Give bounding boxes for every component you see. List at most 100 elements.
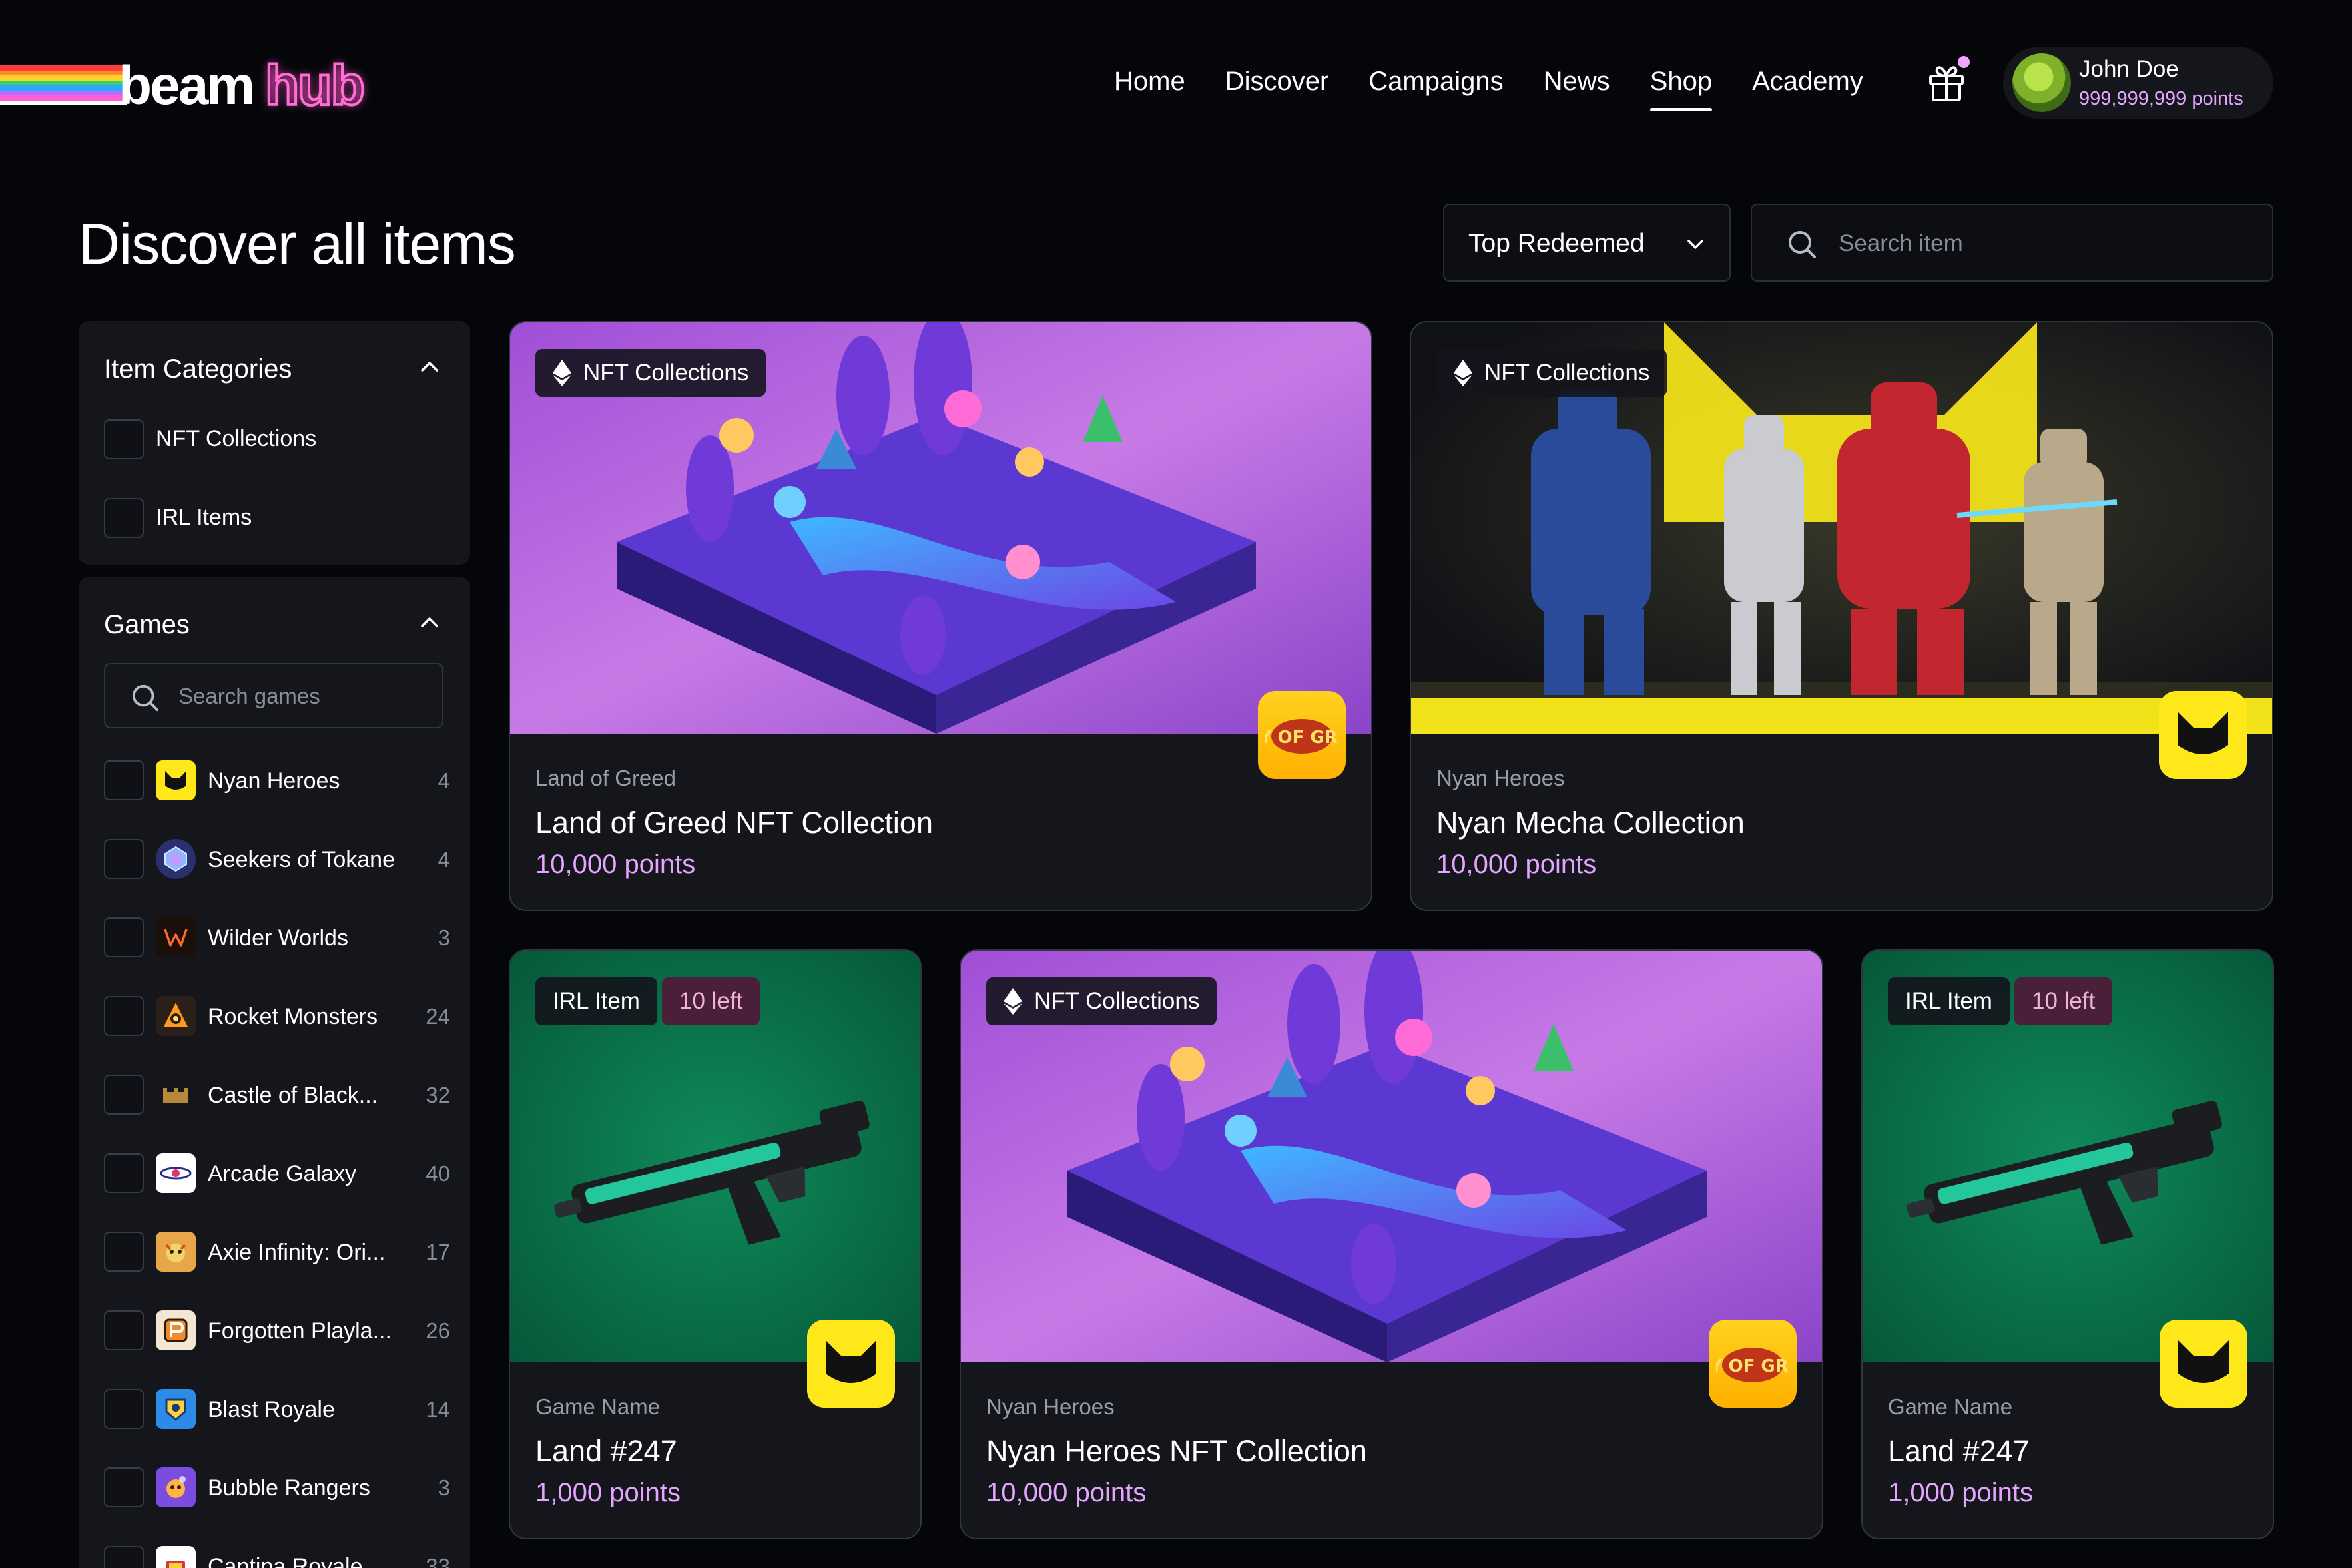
w-logo-icon — [156, 917, 196, 957]
card-title: Land #247 — [535, 1434, 677, 1468]
game-count: 4 — [438, 847, 450, 872]
stock-label: 10 left — [679, 988, 743, 1014]
ethereum-icon — [553, 360, 571, 386]
game-filter-bubble-rangers[interactable]: Bubble Rangers 3 — [104, 1467, 450, 1507]
nav-discover[interactable]: Discover — [1225, 67, 1329, 97]
nav-home[interactable]: Home — [1114, 67, 1185, 97]
game-name: Blast Royale — [208, 1397, 335, 1422]
game-filter-arcade-galaxy[interactable]: Arcade Galaxy 40 — [104, 1153, 450, 1193]
card-points: 1,000 points — [1888, 1478, 2033, 1507]
beamhub-logo[interactable]: beam hub — [0, 53, 426, 118]
greed-badge-text: CITY OF GREED — [1265, 728, 1338, 748]
game-name: Axie Infinity: Ori... — [208, 1240, 386, 1265]
checkbox[interactable] — [104, 1546, 144, 1568]
game-filter-forgotten-playland[interactable]: Forgotten Playla... 26 — [104, 1310, 450, 1350]
games-panel: Games Nyan Heroes 4 Seekers of Tokane 4 … — [79, 577, 470, 1568]
game-filter-blast-royale[interactable]: Blast Royale 14 — [104, 1389, 450, 1429]
blast-icon — [156, 1389, 196, 1429]
checkbox[interactable] — [104, 419, 144, 459]
category-irl[interactable]: IRL Items — [104, 498, 450, 538]
item-search[interactable] — [1751, 204, 2273, 282]
game-name: Wilder Worlds — [208, 925, 348, 951]
greed-badge: CITY OF GREED — [1709, 1320, 1797, 1408]
checkbox[interactable] — [104, 917, 144, 957]
game-name: Forgotten Playla... — [208, 1318, 392, 1344]
game-count: 17 — [426, 1240, 450, 1264]
item-card[interactable]: NFT Collections Nyan Heroes Nyan Mecha C… — [1410, 321, 2273, 911]
game-filter-seekers-of-tokane[interactable]: Seekers of Tokane 4 — [104, 839, 450, 879]
item-card[interactable]: IRL Item 10 left Game Name Land #247 1,0… — [1861, 949, 2274, 1539]
gift-icon[interactable] — [1926, 63, 1966, 103]
stock-label: 10 left — [2032, 988, 2096, 1014]
checkbox[interactable] — [104, 1310, 144, 1350]
greed-badge-text: CITY OF GREED — [1716, 1356, 1789, 1376]
nav-shop[interactable]: Shop — [1649, 67, 1713, 111]
game-filter-rocket-monsters[interactable]: Rocket Monsters 24 — [104, 996, 450, 1036]
checkbox[interactable] — [104, 996, 144, 1036]
search-input[interactable] — [1839, 225, 2251, 262]
category-tag: IRL Item — [535, 977, 657, 1025]
checkbox[interactable] — [104, 498, 144, 538]
sort-dropdown[interactable]: Top Redeemed — [1443, 204, 1731, 282]
ethereum-icon — [1454, 360, 1472, 386]
category-tag: NFT Collections — [986, 977, 1217, 1025]
category-tag: IRL Item — [1888, 977, 2010, 1025]
castle-icon — [156, 1075, 196, 1115]
game-filter-castle-of-blackwater[interactable]: Castle of Black... 32 — [104, 1075, 450, 1115]
game-filter-cantina-royale[interactable]: Cantina Royale 33 — [104, 1546, 450, 1568]
checkbox[interactable] — [104, 1153, 144, 1193]
game-name: Castle of Black... — [208, 1083, 378, 1108]
nav-campaigns[interactable]: Campaigns — [1368, 67, 1503, 97]
categories-panel: Item Categories NFT Collections IRL Item… — [79, 321, 470, 565]
checkbox[interactable] — [104, 1467, 144, 1507]
checkbox[interactable] — [104, 1075, 144, 1115]
ethereum-icon — [1004, 988, 1022, 1015]
nav-news[interactable]: News — [1544, 67, 1610, 97]
nav-academy[interactable]: Academy — [1752, 67, 1863, 97]
game-filter-wilder-worlds[interactable]: Wilder Worlds 3 — [104, 917, 450, 957]
game-count: 14 — [426, 1397, 450, 1422]
stock-tag: 10 left — [2014, 977, 2113, 1025]
card-title: Nyan Mecha Collection — [1436, 806, 1745, 840]
card-game-name: Game Name — [535, 1394, 661, 1419]
game-name: Nyan Heroes — [208, 768, 340, 794]
checkbox[interactable] — [104, 839, 144, 879]
logo-text-hub: hub — [264, 53, 366, 118]
game-filter-axie-infinity[interactable]: Axie Infinity: Ori... 17 — [104, 1232, 450, 1272]
main-nav: Home Discover Campaigns News Shop Academ… — [1114, 67, 1903, 111]
card-game-name: Nyan Heroes — [986, 1394, 1115, 1419]
game-count: 40 — [426, 1161, 450, 1186]
user-name: John Doe — [2079, 56, 2179, 82]
game-name: Arcade Galaxy — [208, 1161, 356, 1186]
chevron-up-icon[interactable] — [418, 611, 441, 634]
card-points: 1,000 points — [535, 1478, 681, 1507]
sort-label: Top Redeemed — [1468, 229, 1645, 258]
gem-icon — [156, 839, 196, 879]
user-points: 999,999,999 points — [2079, 88, 2243, 109]
greed-badge: CITY OF GREED — [1258, 691, 1346, 779]
game-count: 33 — [426, 1554, 450, 1568]
nyan-badge — [2159, 691, 2247, 779]
checkbox[interactable] — [104, 1232, 144, 1272]
item-card[interactable]: NFT Collections CITY OF GREED Nyan Heroe… — [960, 949, 1823, 1539]
search-icon — [1789, 231, 1816, 258]
nyan-badge — [2160, 1320, 2247, 1408]
game-filter-nyan-heroes[interactable]: Nyan Heroes 4 — [104, 760, 450, 800]
card-game-name: Land of Greed — [535, 766, 676, 790]
games-search-input[interactable] — [178, 680, 432, 712]
card-title: Land #247 — [1888, 1434, 2030, 1468]
cat-icon — [156, 760, 196, 800]
galaxy-icon — [156, 1153, 196, 1193]
category-label: NFT Collections — [156, 426, 317, 451]
cantina-icon — [156, 1546, 196, 1568]
user-menu[interactable]: John Doe 999,999,999 points — [2003, 47, 2273, 119]
game-name: Cantina Royale — [208, 1554, 363, 1568]
game-count: 32 — [426, 1083, 450, 1107]
checkbox[interactable] — [104, 760, 144, 800]
games-search[interactable] — [104, 663, 443, 728]
chevron-up-icon[interactable] — [418, 356, 441, 378]
checkbox[interactable] — [104, 1389, 144, 1429]
item-card[interactable]: IRL Item 10 left Game Name Land #247 1,0… — [509, 949, 922, 1539]
item-card[interactable]: NFT Collections CITY OF GREED Land of Gr… — [509, 321, 1372, 911]
category-nft[interactable]: NFT Collections — [104, 419, 450, 459]
